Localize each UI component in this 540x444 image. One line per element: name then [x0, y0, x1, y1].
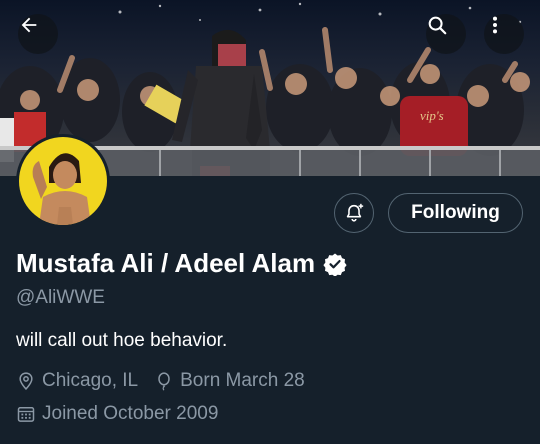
location-pin-icon [19, 372, 33, 390]
joined-text: Joined October 2009 [42, 403, 219, 424]
location-item: Chicago, IL [16, 370, 138, 392]
avatar-image [19, 137, 107, 225]
birthday-text: Born March 28 [180, 370, 305, 391]
joined-row: Joined October 2009 [16, 403, 218, 425]
bell-plus-icon [346, 203, 364, 222]
location-text: Chicago, IL [42, 370, 139, 391]
more-button[interactable] [484, 14, 524, 54]
notifications-button[interactable] [334, 193, 374, 233]
profile-avatar[interactable] [16, 134, 110, 228]
display-name-text: Mustafa Ali / Adeel Alam [16, 248, 316, 278]
display-name: Mustafa Ali / Adeel Alam [16, 248, 347, 279]
following-button[interactable]: Following [388, 193, 523, 233]
banner-sign-text: vip's [420, 108, 444, 123]
arrow-left-icon [21, 17, 37, 33]
joined-item: Joined October 2009 [16, 403, 218, 425]
user-handle: @AliWWE [16, 287, 105, 308]
back-button[interactable] [18, 14, 58, 54]
search-icon [428, 16, 447, 35]
birthday-item: Born March 28 [154, 370, 305, 392]
profile-meta-row: Chicago, IL Born March 28 [16, 370, 305, 392]
profile-bio: will call out hoe behavior. [16, 330, 228, 351]
search-button[interactable] [426, 14, 466, 54]
more-vertical-icon [492, 16, 498, 34]
balloon-icon [158, 372, 170, 391]
verified-badge-icon [323, 252, 347, 276]
calendar-icon [17, 407, 35, 422]
